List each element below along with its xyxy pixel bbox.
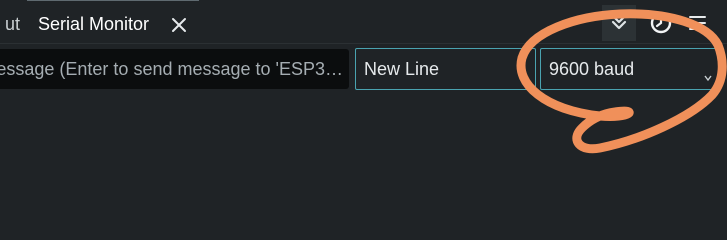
- double-chevron-down-icon: [602, 14, 636, 45]
- timestamp-button[interactable]: [646, 5, 680, 41]
- tab-serial-monitor[interactable]: Serial Monitor: [27, 0, 199, 43]
- tab-output-label: ut: [4, 14, 20, 34]
- serial-monitor-panel: ut Serial Monitor Message (Enter to send…: [0, 0, 727, 206]
- baud-rate-value: 9600 baud: [549, 59, 635, 79]
- message-input[interactable]: Message (Enter to send message to 'ESP3…: [0, 49, 349, 89]
- message-input-placeholder: Message (Enter to send message to 'ESP3…: [0, 59, 343, 79]
- chevron-down-icon: [704, 66, 712, 82]
- menu-icon: [685, 16, 719, 45]
- clock-icon: [646, 12, 680, 45]
- tab-bar: ut Serial Monitor: [0, 0, 727, 44]
- baud-rate-select[interactable]: 9600 baud: [540, 48, 721, 90]
- autoscroll-button[interactable]: [602, 5, 636, 41]
- tab-serial-monitor-label: Serial Monitor: [38, 14, 150, 34]
- tab-output[interactable]: ut: [0, 0, 22, 43]
- line-ending-value: New Line: [364, 59, 440, 79]
- more-actions-button[interactable]: [685, 5, 719, 41]
- close-icon[interactable]: [170, 16, 188, 34]
- chevron-down-icon: [519, 66, 527, 82]
- line-ending-select[interactable]: New Line: [355, 48, 536, 90]
